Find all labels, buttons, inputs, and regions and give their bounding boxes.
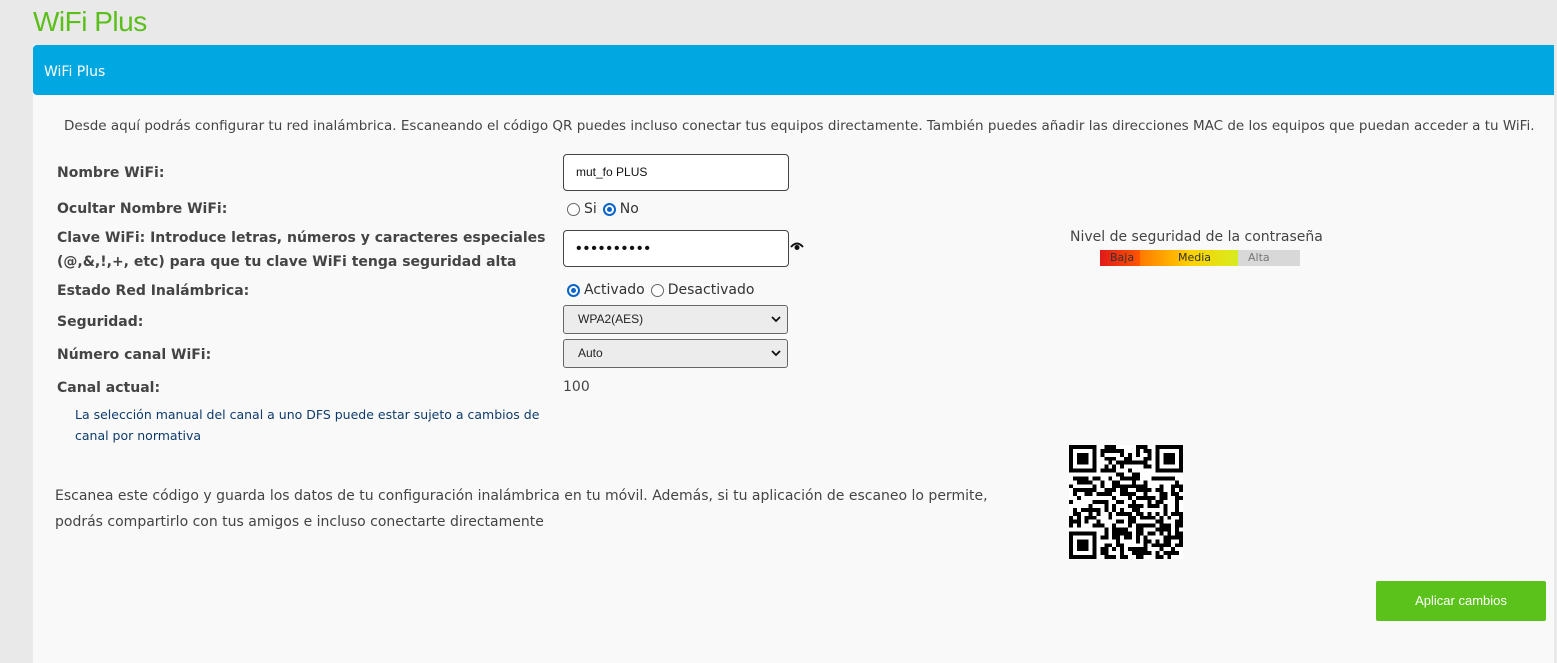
- wifi-name-input[interactable]: mut_fo PLUS: [563, 154, 789, 191]
- hide-name-radios: Si No: [567, 201, 639, 217]
- channel-label: Número canal WiFi:: [57, 347, 212, 363]
- qr-description: Escanea este código y guarda los datos d…: [55, 488, 988, 530]
- wifi-name-label: Nombre WiFi:: [57, 165, 165, 181]
- channel-select-value: Auto: [578, 346, 603, 360]
- current-channel-value: 100: [563, 379, 590, 395]
- hide-yes-label[interactable]: Si: [584, 201, 597, 217]
- intro-text: Desde aquí podrás configurar tu red inal…: [64, 118, 1535, 134]
- security-select-value: WPA2(AES): [578, 312, 644, 326]
- state-off-radio[interactable]: [650, 283, 664, 297]
- strength-low: Baja: [1100, 250, 1140, 266]
- strength-meter: Baja Media Alta: [1100, 250, 1300, 266]
- wireless-state-radios: Activado Desactivado: [567, 282, 754, 298]
- page-title: WiFi Plus: [33, 6, 147, 37]
- wireless-state-label: Estado Red Inalámbrica:: [57, 283, 250, 299]
- current-channel-label: Canal actual:: [57, 380, 161, 396]
- strength-title: Nivel de seguridad de la contraseña: [1070, 229, 1323, 245]
- state-on-radio[interactable]: [567, 283, 580, 297]
- chevron-down-icon: [771, 350, 781, 357]
- strength-mid: Media: [1140, 250, 1238, 266]
- wifi-key-label: Clave WiFi: Introduce letras, números y …: [57, 226, 545, 274]
- state-off-label[interactable]: Desactivado: [668, 282, 755, 298]
- qr-code-image: [1069, 445, 1183, 559]
- hide-yes-radio[interactable]: [567, 202, 580, 216]
- wifi-panel: WiFi Plus Desde aquí podrás configurar t…: [33, 45, 1557, 663]
- strength-high: Alta: [1238, 250, 1300, 266]
- hide-name-label: Ocultar Nombre WiFi:: [57, 201, 228, 217]
- wifi-key-input[interactable]: ••••••••••: [563, 230, 789, 267]
- show-password-icon[interactable]: [790, 241, 804, 251]
- security-select[interactable]: WPA2(AES): [563, 305, 788, 334]
- security-label: Seguridad:: [57, 314, 144, 330]
- hide-no-label[interactable]: No: [620, 201, 639, 217]
- state-on-label[interactable]: Activado: [584, 282, 645, 298]
- channel-select[interactable]: Auto: [563, 339, 788, 368]
- wifi-key-label-line2: (@,&,!,+, etc) para que tu clave WiFi te…: [57, 254, 517, 270]
- hide-no-radio[interactable]: [602, 202, 616, 216]
- wifi-key-label-line1: Clave WiFi: Introduce letras, números y …: [57, 230, 546, 246]
- apply-changes-button[interactable]: Aplicar cambios: [1376, 581, 1546, 621]
- chevron-down-icon: [771, 316, 781, 323]
- panel-header: WiFi Plus: [33, 45, 1557, 95]
- dfs-note: La selección manual del canal a uno DFS …: [75, 407, 540, 443]
